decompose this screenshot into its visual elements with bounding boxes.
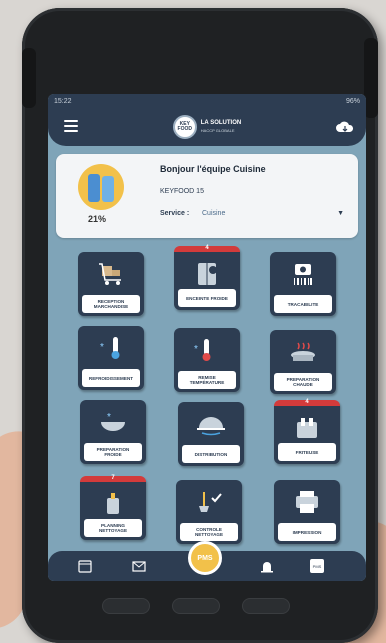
calendar-icon[interactable] (78, 559, 92, 573)
tile-enceinte-froide[interactable]: 4 ENCEINTE FROIDE (174, 245, 240, 310)
alert-count-badge: 4 (205, 245, 209, 251)
camera-barcode-icon (294, 264, 312, 285)
profile-card: 21% Bonjour l'équipe Cuisine KEYFOOD 15 … (56, 154, 358, 238)
printer-icon (296, 491, 318, 513)
cloud-sync-icon[interactable] (336, 120, 354, 134)
service-select[interactable]: Cuisine (202, 210, 225, 217)
alarm-light-icon[interactable] (260, 559, 274, 573)
menu-icon[interactable] (64, 120, 78, 132)
greeting-text: Bonjour l'équipe Cuisine (160, 164, 266, 174)
progress-percent: 21% (88, 214, 107, 224)
tile-friteuse[interactable]: 4 FRITEUSE (274, 399, 340, 464)
tile-tracabilite[interactable]: TRACABILITE (270, 252, 336, 316)
logo-badge: KEY FOOD (172, 115, 197, 139)
fridge-icon (198, 263, 217, 285)
app-bar: KEY FOOD LA SOLUTION HACCP GLOBALE (48, 108, 366, 146)
fryer-icon (297, 418, 317, 438)
bottom-nav: PMS PMS (48, 541, 366, 581)
pms-button[interactable]: PMS (188, 541, 222, 575)
app-screen: 15:22 96% KEY FOOD LA SOLUTION HACCP GLO… (48, 94, 366, 581)
tile-label: PLANNING NETTOYAGE (84, 519, 142, 537)
salad-bowl-icon: * (101, 412, 125, 431)
tile-label: DISTRIBUTION (182, 445, 240, 463)
tile-label: ENCEINTE FROIDE (178, 289, 236, 307)
tile-label: CONTROLE NETTOYAGE (180, 523, 238, 541)
serving-cloche-icon (197, 417, 225, 436)
tile-refroidissement[interactable]: * REFROIDISSEMENT (78, 326, 144, 390)
svg-text:*: * (194, 344, 198, 355)
tile-preparation-chaude[interactable]: PREPARATION CHAUDE (270, 330, 336, 394)
status-time: 15:22 (54, 97, 72, 105)
tile-reception-marchandise[interactable]: RECEPTION MARCHANDISE (78, 252, 144, 316)
delivery-cart-icon (99, 263, 121, 285)
tile-label: RECEPTION MARCHANDISE (82, 295, 140, 313)
logo-title: LA SOLUTION (200, 120, 242, 126)
hot-pot-icon (291, 342, 315, 361)
broom-check-icon (199, 492, 222, 512)
tile-impression[interactable]: IMPRESSION (274, 480, 340, 544)
team-avatar (78, 164, 124, 210)
svg-text:*: * (100, 342, 104, 353)
tile-label: TRACABILITE (274, 295, 332, 313)
tile-distribution[interactable]: DISTRIBUTION (178, 402, 244, 466)
cleaning-bucket-icon (107, 493, 119, 514)
thermometer-hot-icon: * (194, 339, 211, 361)
tablet-frame: 15:22 96% KEY FOOD LA SOLUTION HACCP GLO… (22, 8, 378, 643)
logo-subtitle: HACCP GLOBALE (200, 128, 235, 133)
tile-label: REMISE TEMPÉRATURE (178, 371, 236, 389)
document-pms-icon[interactable]: PMS (310, 559, 324, 573)
thermometer-cold-icon: * (100, 337, 120, 359)
bumper-top-right (364, 38, 378, 118)
status-bar: 15:22 96% (48, 94, 366, 108)
app-logo: KEY FOOD LA SOLUTION HACCP GLOBALE (172, 115, 241, 139)
tile-preparation-froide[interactable]: * PREPARATION FROIDE (80, 400, 146, 464)
alert-count-badge: 7 (111, 475, 115, 481)
bumper-top-left (22, 48, 36, 108)
site-name: KEYFOOD 15 (160, 188, 204, 195)
service-label: Service : (160, 210, 190, 217)
tile-label: IMPRESSION (278, 523, 336, 541)
tile-controle-nettoyage[interactable]: CONTROLE NETTOYAGE (176, 480, 242, 544)
logo-text: LA SOLUTION HACCP GLOBALE (201, 120, 241, 134)
back-hardware-button[interactable] (102, 598, 150, 614)
alert-count-badge: 4 (305, 399, 309, 405)
tile-planning-nettoyage[interactable]: 7 PLANNING NETTOYAGE (80, 475, 146, 540)
chevron-down-icon[interactable]: ▼ (337, 210, 344, 217)
recent-hardware-button[interactable] (242, 598, 290, 614)
tile-remise-temperature[interactable]: * REMISE TEMPÉRATURE (174, 328, 240, 392)
status-battery: 96% (345, 97, 360, 105)
home-hardware-button[interactable] (172, 598, 220, 614)
tile-label: PREPARATION CHAUDE (274, 373, 332, 391)
tile-label: PREPARATION FROIDE (84, 443, 142, 461)
tile-label: FRITEUSE (278, 443, 336, 461)
svg-text:*: * (107, 412, 111, 423)
tile-label: REFROIDISSEMENT (82, 369, 140, 387)
mail-icon[interactable] (132, 559, 146, 573)
